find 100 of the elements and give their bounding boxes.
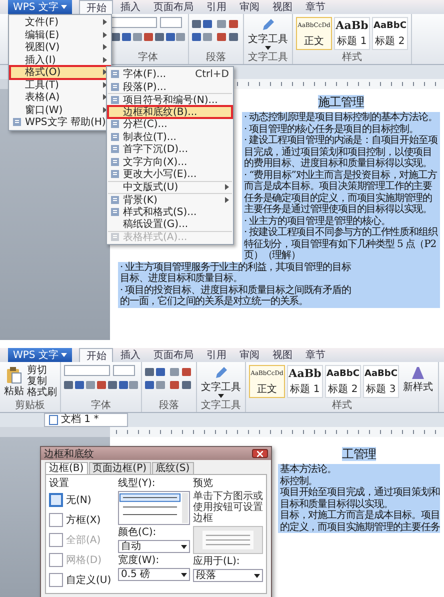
group-label: 样式 bbox=[342, 52, 362, 64]
ribbon-tab[interactable]: 开始 bbox=[79, 348, 114, 362]
menu-item[interactable]: 视图(V) bbox=[10, 41, 110, 54]
ribbon-tab[interactable]: 引用 bbox=[200, 0, 232, 14]
ribbon-tab[interactable]: 视图 bbox=[266, 348, 298, 362]
close-button[interactable] bbox=[252, 449, 268, 458]
width-dropdown[interactable]: 0.5 磅 bbox=[118, 568, 190, 581]
style-preset[interactable]: AaBb 标题 1 bbox=[287, 365, 323, 398]
style-preset[interactable]: AaBbC 标题 2 bbox=[372, 17, 408, 50]
menu-item[interactable]: 插入(I) bbox=[10, 54, 110, 66]
menu-item[interactable]: 样式和格式(S)... bbox=[108, 206, 232, 218]
document-tab[interactable]: 文档 1 * bbox=[44, 413, 128, 427]
menu-item[interactable]: 中文版式(U) bbox=[108, 180, 232, 193]
menu-item[interactable]: 更改大小写(E)... bbox=[108, 168, 232, 180]
border-setting-option[interactable]: 无(N) bbox=[49, 491, 115, 509]
paste-button[interactable]: 粘贴 bbox=[3, 365, 25, 399]
document-icon bbox=[110, 206, 120, 217]
toolbar-button[interactable]: 格式刷 bbox=[27, 387, 57, 398]
document-heading: 工管理 bbox=[342, 447, 376, 461]
group-label: 字体 bbox=[91, 400, 111, 412]
menu-item[interactable]: 字体(F)... Ctrl+D bbox=[108, 68, 232, 80]
menu-item[interactable]: 边框和底纹(B)... bbox=[108, 106, 232, 118]
font-name-field[interactable] bbox=[64, 365, 110, 376]
document-icon bbox=[110, 132, 120, 142]
group-label: 段落 bbox=[159, 400, 179, 412]
dropdown-arrow-icon bbox=[181, 544, 187, 548]
new-style-button[interactable]: 新样式 bbox=[401, 365, 435, 398]
preview-hint: 单击下方图示或使用按钮可设置边框 bbox=[193, 491, 263, 524]
style-preset[interactable]: AaBbC 标题 3 bbox=[363, 365, 399, 398]
font-size-field[interactable] bbox=[113, 365, 135, 376]
ribbon-tab[interactable]: 引用 bbox=[200, 348, 232, 362]
ribbon-tab[interactable]: 页面布局 bbox=[147, 348, 200, 362]
ribbon-tab[interactable]: 插入 bbox=[114, 348, 146, 362]
menu-item[interactable]: 制表位(T)... bbox=[108, 130, 232, 143]
border-setting-option[interactable]: 自定义(U) bbox=[49, 571, 115, 589]
style-preset[interactable]: AaBb 标题 1 bbox=[334, 17, 370, 50]
format-buttons-drawing[interactable] bbox=[64, 378, 138, 392]
font-name-field[interactable] bbox=[111, 17, 157, 28]
document-icon bbox=[110, 156, 120, 167]
border-setting-option[interactable]: 方框(X) bbox=[49, 511, 115, 529]
ribbon-tab[interactable]: 开始 bbox=[79, 0, 114, 14]
ribbon-tab[interactable]: 视图 bbox=[266, 0, 298, 14]
ribbon-tab[interactable]: 审阅 bbox=[233, 0, 266, 14]
group-label: 剪贴板 bbox=[15, 400, 45, 412]
menu-item[interactable]: 分栏(C)... bbox=[108, 118, 232, 130]
document-icon bbox=[110, 119, 120, 130]
menu-item[interactable]: 文件(F) bbox=[10, 16, 110, 28]
document-icon bbox=[110, 194, 120, 205]
document-icon bbox=[110, 169, 120, 180]
paragraph-buttons-drawing[interactable] bbox=[145, 365, 193, 391]
ribbon-tab[interactable]: 页面布局 bbox=[147, 0, 200, 14]
menu-item[interactable]: 稿纸设置(G)... bbox=[108, 218, 232, 230]
menu-item[interactable]: 编辑(E) bbox=[10, 28, 110, 41]
pen-icon bbox=[214, 366, 228, 380]
ribbon-tab[interactable]: 章节 bbox=[299, 0, 332, 14]
color-dropdown[interactable]: 自动 bbox=[118, 540, 190, 553]
toolbar-button[interactable]: 复制 bbox=[27, 376, 57, 387]
apply-to-label: 应用于(L): bbox=[193, 556, 241, 567]
text-tools-button[interactable]: 文字工具 bbox=[200, 365, 242, 399]
menu-item[interactable]: 背景(K) bbox=[108, 193, 232, 206]
format-buttons-drawing[interactable] bbox=[111, 30, 185, 44]
ribbon-tab[interactable]: 插入 bbox=[114, 0, 146, 14]
menu-item[interactable]: 首字下沉(D)... bbox=[108, 143, 232, 156]
document-icon bbox=[49, 415, 58, 425]
menu-item[interactable]: 文字方向(X)... bbox=[108, 156, 232, 168]
ribbon-tab[interactable]: 审阅 bbox=[233, 348, 266, 362]
preview-drawing bbox=[193, 526, 263, 554]
dropdown-arrow-icon bbox=[181, 572, 187, 576]
line-style-label: 线型(Y): bbox=[118, 478, 156, 489]
preview-label: 预览 bbox=[193, 478, 214, 489]
dialog-tab[interactable]: 边框(B) bbox=[45, 462, 88, 474]
group-label: 字体 bbox=[138, 52, 158, 64]
dialog-tab[interactable]: 底纹(S) bbox=[152, 462, 194, 474]
group-label: 文字工具 bbox=[248, 52, 288, 64]
document-heading: 施工管理 bbox=[318, 95, 364, 109]
document-icon bbox=[110, 69, 120, 80]
paragraph-buttons-drawing[interactable] bbox=[192, 17, 240, 43]
caret-icon bbox=[265, 46, 271, 50]
text-tools-button[interactable]: 文字工具 bbox=[247, 17, 289, 51]
menu-item[interactable]: 表格(A) bbox=[10, 91, 110, 104]
color-label: 颜色(C): bbox=[118, 527, 158, 538]
apply-to-dropdown[interactable]: 段落 bbox=[193, 569, 263, 582]
document-icon bbox=[110, 144, 120, 154]
app-menu-button[interactable]: WPS 文字 bbox=[8, 0, 72, 14]
ribbon-tab[interactable]: 章节 bbox=[299, 348, 332, 362]
clipboard-icon bbox=[6, 366, 22, 384]
app-menu-button[interactable]: WPS 文字 bbox=[8, 348, 72, 362]
dialog-tab[interactable]: 页面边框(P) bbox=[88, 462, 151, 474]
line-style-list[interactable] bbox=[118, 491, 190, 525]
caret-icon bbox=[61, 5, 68, 9]
menu-item[interactable]: 窗口(W) bbox=[10, 104, 110, 116]
caret-icon bbox=[61, 353, 68, 357]
document-icon bbox=[110, 94, 120, 105]
font-size-field[interactable] bbox=[160, 17, 182, 28]
style-preset[interactable]: AaBbC 标题 2 bbox=[325, 365, 361, 398]
toolbar-button[interactable]: 剪切 bbox=[27, 365, 57, 376]
width-label: 宽度(W): bbox=[118, 555, 160, 566]
caret-icon bbox=[218, 394, 224, 398]
style-icon bbox=[411, 366, 425, 380]
menu-item[interactable]: 段落(P)... bbox=[108, 80, 232, 93]
